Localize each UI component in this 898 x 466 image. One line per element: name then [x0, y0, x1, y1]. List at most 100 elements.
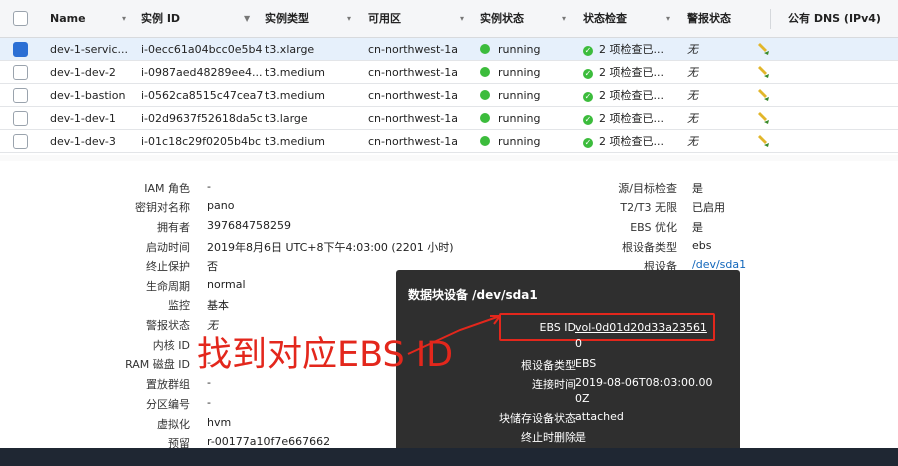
delete-on-term-label: 终止时删除	[521, 431, 576, 444]
instance-state: running	[480, 84, 540, 107]
row-checkbox[interactable]	[13, 42, 28, 57]
instance-name: dev-1-dev-1	[50, 112, 116, 125]
sort-check-icon[interactable]: ▾	[666, 0, 670, 38]
state-text: running	[498, 66, 541, 79]
alarm-bell-icon[interactable]	[757, 89, 769, 101]
detail-value: -	[207, 180, 211, 193]
detail-value: 已启用	[692, 201, 725, 214]
detail-value: 否	[207, 260, 218, 273]
availability-zone: cn-northwest-1a	[368, 89, 459, 102]
col-instance-type[interactable]: 实例类型	[265, 0, 309, 38]
instance-name: dev-1-dev-2	[50, 66, 116, 79]
select-all-checkbox[interactable]	[13, 11, 28, 26]
sort-type-icon[interactable]: ▾	[347, 0, 351, 38]
sort-state-icon[interactable]: ▾	[562, 0, 566, 38]
col-alarm[interactable]: 警报状态	[687, 0, 731, 38]
table-row[interactable]: dev-1-servic... i-0ecc61a04bcc0e5b4 t3.x…	[0, 38, 898, 61]
instance-id: i-01c18c29f0205b4bc	[141, 135, 261, 148]
status-check-text: 2 项检查已...	[599, 135, 664, 148]
check-icon: ✓	[583, 115, 593, 125]
detail-value: hvm	[207, 416, 232, 429]
status-check-text: 2 项检查已...	[599, 43, 664, 56]
state-text: running	[498, 43, 541, 56]
row-checkbox[interactable]	[13, 65, 28, 80]
col-state[interactable]: 实例状态	[480, 0, 524, 38]
status-check-text: 2 项检查已...	[599, 66, 664, 79]
detail-key: 虚拟化	[157, 418, 190, 431]
annotation-text: 找到对应EBS ID	[197, 335, 454, 375]
instance-type: t3.large	[265, 112, 308, 125]
status-value: attached	[575, 410, 624, 423]
row-checkbox[interactable]	[13, 111, 28, 126]
sort-az-icon[interactable]: ▾	[460, 0, 464, 38]
state-text: running	[498, 135, 541, 148]
status-check[interactable]: ✓ 2 项检查已...	[583, 107, 664, 130]
col-instance-id[interactable]: 实例 ID	[141, 0, 180, 38]
detail-key: 启动时间	[146, 241, 190, 254]
col-az[interactable]: 可用区	[368, 0, 401, 38]
running-dot-icon	[480, 90, 490, 100]
running-dot-icon	[480, 44, 490, 54]
check-icon: ✓	[583, 69, 593, 79]
table-row[interactable]: dev-1-dev-1 i-02d9637f52618da5c t3.large…	[0, 107, 898, 130]
availability-zone: cn-northwest-1a	[368, 112, 459, 125]
instance-id: i-0ecc61a04bcc0e5b4	[141, 43, 263, 56]
status-check[interactable]: ✓ 2 项检查已...	[583, 38, 664, 61]
running-dot-icon	[480, 67, 490, 77]
state-text: running	[498, 89, 541, 102]
detail-key: 拥有者	[157, 221, 190, 234]
delete-on-term-value: 是	[575, 431, 586, 444]
alarm-bell-icon[interactable]	[757, 66, 769, 78]
status-check-text: 2 项检查已...	[599, 89, 664, 102]
detail-value: ebs	[692, 239, 712, 252]
check-icon: ✓	[583, 46, 593, 56]
instance-id: i-0987aed48289ee4...	[141, 66, 263, 79]
instance-state: running	[480, 38, 540, 61]
detail-value: 是	[692, 221, 703, 234]
detail-key: RAM 磁盘 ID	[125, 358, 190, 371]
status-check[interactable]: ✓ 2 项检查已...	[583, 130, 664, 153]
ebs-id-value[interactable]: vol-0d01d20d33a23561	[575, 321, 707, 334]
detail-value: -	[207, 396, 211, 409]
instance-name: dev-1-dev-3	[50, 135, 116, 148]
instance-state: running	[480, 107, 540, 130]
detail-value: 是	[692, 182, 703, 195]
table-row[interactable]: dev-1-dev-3 i-01c18c29f0205b4bc t3.mediu…	[0, 130, 898, 153]
detail-key: 警报状态	[146, 319, 190, 332]
alarm-bell-icon[interactable]	[757, 112, 769, 124]
table-row[interactable]: dev-1-dev-2 i-0987aed48289ee4... t3.medi…	[0, 61, 898, 84]
status-check-text: 2 项检查已...	[599, 112, 664, 125]
detail-key: 置放群组	[146, 378, 190, 391]
state-text: running	[498, 112, 541, 125]
alarm-bell-icon[interactable]	[757, 135, 769, 147]
instance-type: t3.medium	[265, 89, 326, 102]
col-status-check[interactable]: 状态检查	[583, 0, 627, 38]
detail-key: T2/T3 无限	[620, 201, 677, 214]
detail-key: 分区编号	[146, 398, 190, 411]
detail-key: 源/目标检查	[618, 182, 677, 195]
alarm-status: 无	[687, 89, 698, 102]
sort-id-icon[interactable]: ▼	[244, 0, 250, 38]
alarm-status: 无	[687, 43, 698, 56]
alarm-status: 无	[687, 112, 698, 125]
alarm-bell-icon[interactable]	[757, 43, 769, 55]
root-type-value: EBS	[575, 357, 597, 370]
instance-state: running	[480, 130, 540, 153]
instance-id: i-0562ca8515c47cea7	[141, 89, 264, 102]
bottom-bar	[0, 448, 898, 466]
table-row[interactable]: dev-1-bastion i-0562ca8515c47cea7 t3.med…	[0, 84, 898, 107]
running-dot-icon	[480, 113, 490, 123]
availability-zone: cn-northwest-1a	[368, 43, 459, 56]
status-check[interactable]: ✓ 2 项检查已...	[583, 84, 664, 107]
row-checkbox[interactable]	[13, 88, 28, 103]
status-check[interactable]: ✓ 2 项检查已...	[583, 61, 664, 84]
instance-type: t3.medium	[265, 66, 326, 79]
row-checkbox[interactable]	[13, 134, 28, 149]
sort-name-icon[interactable]: ▾	[122, 0, 126, 38]
detail-key: 监控	[168, 299, 190, 312]
pane-divider[interactable]	[0, 155, 898, 161]
col-public-dns[interactable]: 公有 DNS (IPv4)	[788, 0, 881, 38]
col-name[interactable]: Name	[50, 0, 86, 38]
detail-value: 基本	[207, 299, 229, 312]
detail-key: 根设备类型	[622, 241, 677, 254]
